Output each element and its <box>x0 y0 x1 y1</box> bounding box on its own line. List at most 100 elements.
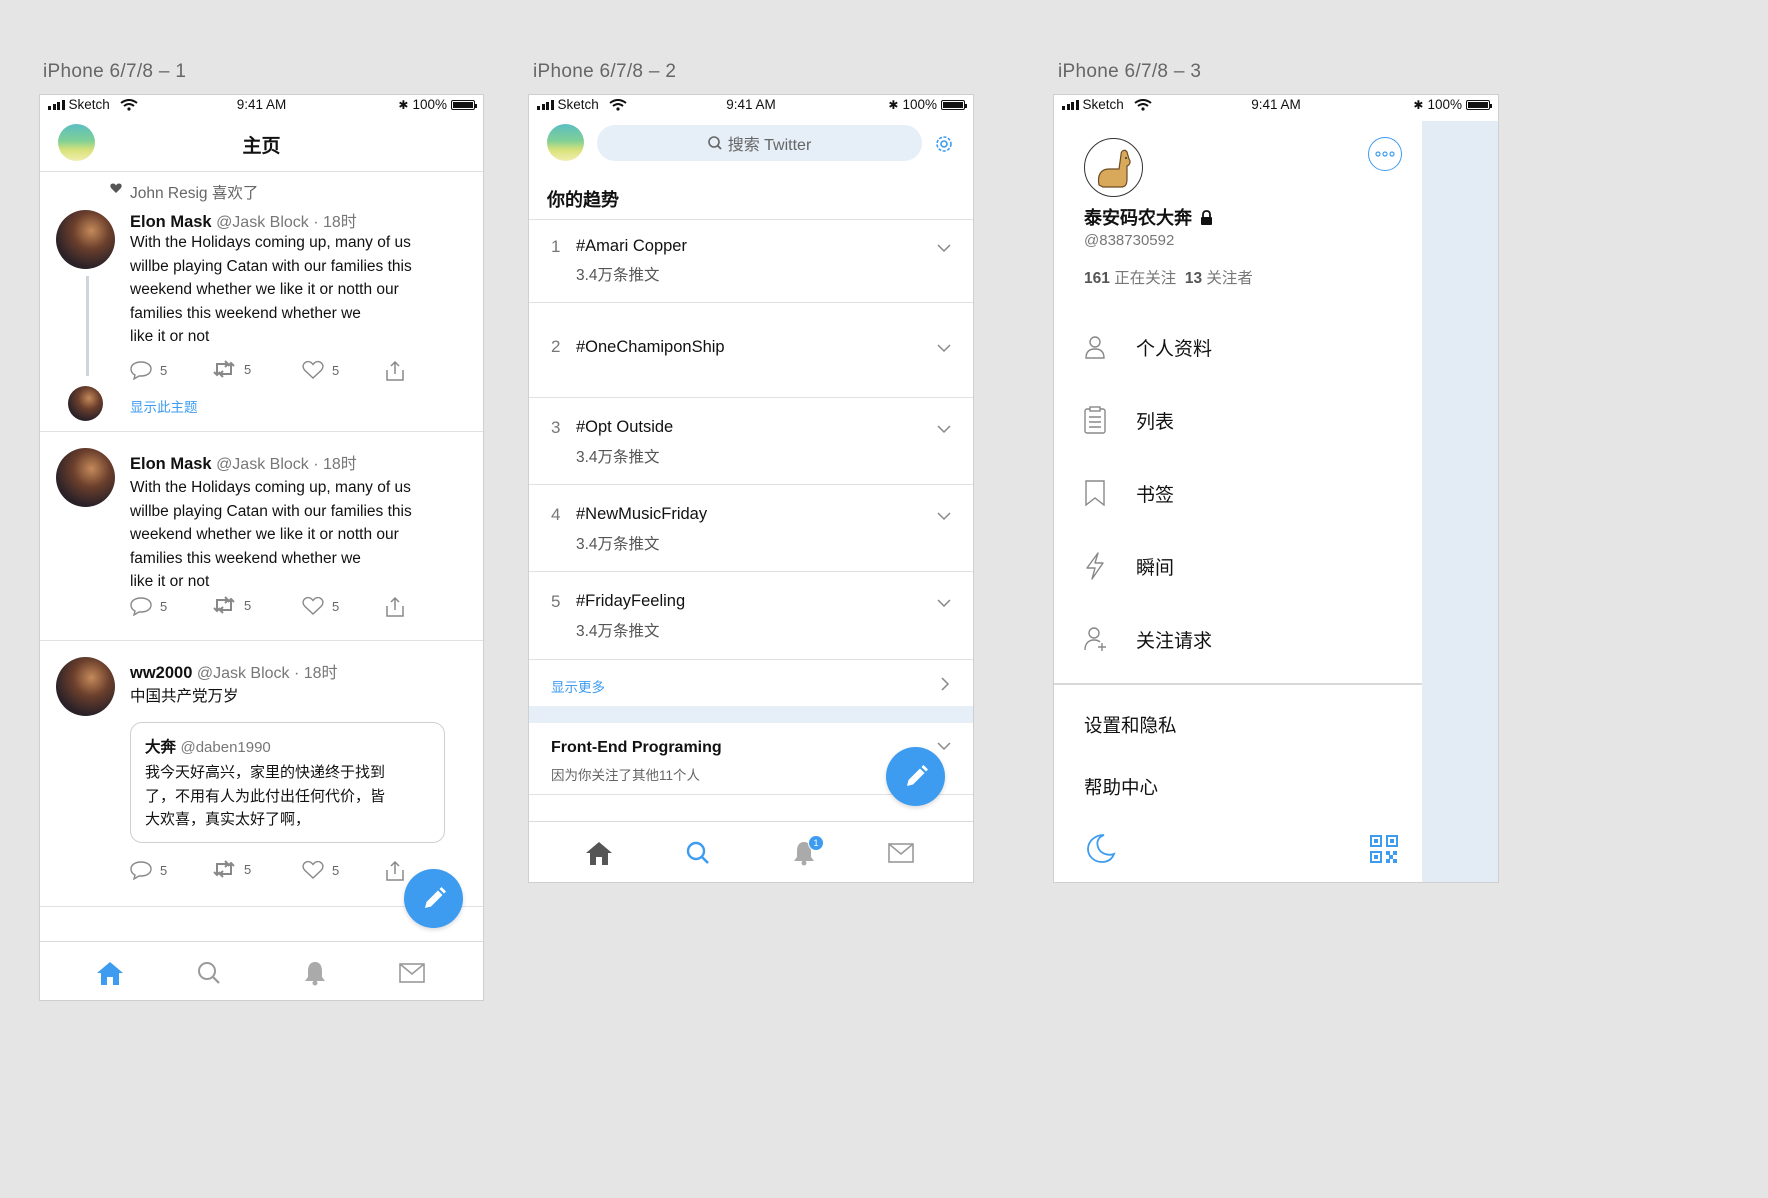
night-mode-icon[interactable] <box>1084 832 1116 864</box>
tab-messages[interactable] <box>397 958 427 988</box>
reply-button[interactable]: 5 <box>130 860 167 880</box>
trend-tag: #Amari Copper <box>576 237 687 255</box>
more-options-button[interactable] <box>1368 137 1402 171</box>
menu-moments[interactable]: 瞬间 <box>1084 551 1414 581</box>
menu-divider <box>1054 683 1422 685</box>
reply-button[interactable]: 5 <box>130 596 167 616</box>
trend-rank: 2 <box>551 337 561 356</box>
trend-item[interactable]: 2 #OneChamiponShip <box>529 303 973 397</box>
quote-text: 我今天好高兴，家里的快递终于找到 了，不用有人为此付出任何代价，皆 大欢喜，真实太好… <box>145 764 386 828</box>
tab-messages[interactable] <box>886 838 916 868</box>
avatar[interactable] <box>1084 138 1143 197</box>
drawer-screen: Sketch 9:41 AM ✱ 100% 泰安码农大奔 @838730592 1… <box>1053 94 1499 883</box>
trend-item[interactable]: 4 #NewMusicFriday 3.4万条推文 <box>529 485 973 571</box>
trend-rank: 1 <box>551 237 561 256</box>
share-icon <box>386 360 404 381</box>
tab-bar: 1 <box>529 821 973 882</box>
trend-item[interactable]: 1 #Amari Copper 3.4万条推文 <box>529 220 973 302</box>
tab-home[interactable] <box>584 838 614 868</box>
trend-item[interactable]: 3 #Opt Outside 3.4万条推文 <box>529 398 973 484</box>
home-icon <box>97 962 123 985</box>
tweet-text: 中国共产党万岁 <box>130 688 239 705</box>
qr-code-icon[interactable] <box>1370 835 1398 863</box>
tab-home[interactable] <box>95 958 125 988</box>
tweet[interactable]: John Resig 喜欢了 Elon Mask @Jask Block · 1… <box>40 172 483 430</box>
pencil-icon <box>906 764 928 786</box>
share-button[interactable] <box>385 596 405 618</box>
tab-search[interactable] <box>194 958 224 988</box>
heart-outline-icon <box>302 860 324 879</box>
chevron-down-icon[interactable] <box>937 739 951 753</box>
search-input[interactable]: 搜索 Twitter <box>597 125 922 161</box>
bluetooth-icon: ✱ <box>1413 97 1424 112</box>
compose-button[interactable] <box>886 747 945 806</box>
menu-help[interactable]: 帮助中心 <box>1084 774 1158 800</box>
tweet[interactable]: Elon Mask @Jask Block · 18时 With the Hol… <box>40 432 483 639</box>
like-button[interactable]: 5 <box>302 860 339 880</box>
avatar[interactable] <box>56 448 115 507</box>
display-name: 泰安码农大奔 <box>1084 208 1192 228</box>
like-button[interactable]: 5 <box>302 360 339 380</box>
tweet-author[interactable]: Elon Mask <box>130 213 212 231</box>
share-icon <box>386 860 404 881</box>
chevron-right-icon <box>941 677 950 691</box>
profile-avatar[interactable] <box>547 124 584 161</box>
battery-percent: 100% <box>412 97 447 112</box>
chevron-down-icon[interactable] <box>937 341 951 355</box>
quote-handle: @daben1990 <box>180 739 271 756</box>
tab-notifications[interactable]: 1 <box>789 835 824 868</box>
menu-bookmarks[interactable]: 书签 <box>1084 478 1414 508</box>
tweet[interactable]: ww2000 @Jask Block · 18时 中国共产党万岁 大奔 @dab… <box>40 641 483 905</box>
share-button[interactable] <box>385 360 405 382</box>
mail-icon <box>399 963 425 983</box>
list-icon <box>1084 406 1106 434</box>
trend-tag: #Opt Outside <box>576 418 674 436</box>
compose-button[interactable] <box>404 869 463 928</box>
trend-tag: #OneChamiponShip <box>576 338 725 356</box>
follow-stats[interactable]: 161 正在关注 13 关注者 <box>1084 266 1253 288</box>
retweet-button[interactable]: 5 <box>212 860 251 878</box>
avatar[interactable] <box>56 657 115 716</box>
quote-tweet[interactable]: 大奔 @daben1990 我今天好高兴，家里的快递终于找到 了，不用有人为此付出… <box>130 722 445 843</box>
tweet-meta: @Jask Block · 18时 <box>216 214 357 231</box>
gear-icon[interactable] <box>933 133 955 155</box>
chevron-down-icon[interactable] <box>937 596 951 610</box>
tab-notifications[interactable] <box>300 958 330 988</box>
menu-settings[interactable]: 设置和隐私 <box>1084 712 1177 738</box>
section-separator <box>529 706 973 723</box>
tweet-actions: 5 5 5 <box>130 596 470 618</box>
tweet-author[interactable]: ww2000 <box>130 664 192 682</box>
pencil-icon <box>424 886 446 908</box>
person-icon <box>1085 336 1105 359</box>
tweet-author[interactable]: Elon Mask <box>130 455 212 473</box>
menu-lists[interactable]: 列表 <box>1084 405 1414 435</box>
trend-rank: 5 <box>551 592 561 611</box>
chevron-down-icon[interactable] <box>937 509 951 523</box>
reply-button[interactable]: 5 <box>130 360 167 380</box>
avatar[interactable] <box>56 210 115 269</box>
reply-icon <box>130 861 152 880</box>
chevron-down-icon[interactable] <box>937 422 951 436</box>
notification-badge: 1 <box>808 835 824 851</box>
menu-profile[interactable]: 个人资料 <box>1084 332 1414 362</box>
battery-percent: 100% <box>1427 97 1462 112</box>
trend-count: 3.4万条推文 <box>576 449 660 466</box>
retweet-button[interactable]: 5 <box>212 596 251 614</box>
artboard-label: iPhone 6/7/8 – 1 <box>43 61 187 82</box>
tab-search[interactable] <box>683 838 713 868</box>
status-bar: Sketch 9:41 AM ✱ 100% <box>529 95 973 117</box>
show-more-link[interactable]: 显示更多 <box>529 660 973 706</box>
menu-follow-requests[interactable]: 关注请求 <box>1084 624 1414 654</box>
retweet-button[interactable]: 5 <box>212 360 251 378</box>
show-thread-link[interactable]: 显示此主题 <box>130 396 198 416</box>
retweet-icon <box>213 360 235 378</box>
like-button[interactable]: 5 <box>302 596 339 616</box>
trend-item[interactable]: 5 #FridayFeeling 3.4万条推文 <box>529 572 973 658</box>
share-button[interactable] <box>385 860 405 882</box>
thread-avatar[interactable] <box>68 386 103 421</box>
drawer-overlay[interactable] <box>1422 121 1498 882</box>
explore-screen: Sketch 9:41 AM ✱ 100% 搜索 Twitter 你的趋势 1 #… <box>528 94 974 883</box>
reply-icon <box>130 361 152 380</box>
chevron-down-icon[interactable] <box>937 241 951 255</box>
home-screen: Sketch 9:41 AM ✱ 100% 主页 John Resig 喜欢了 E… <box>39 94 484 1001</box>
